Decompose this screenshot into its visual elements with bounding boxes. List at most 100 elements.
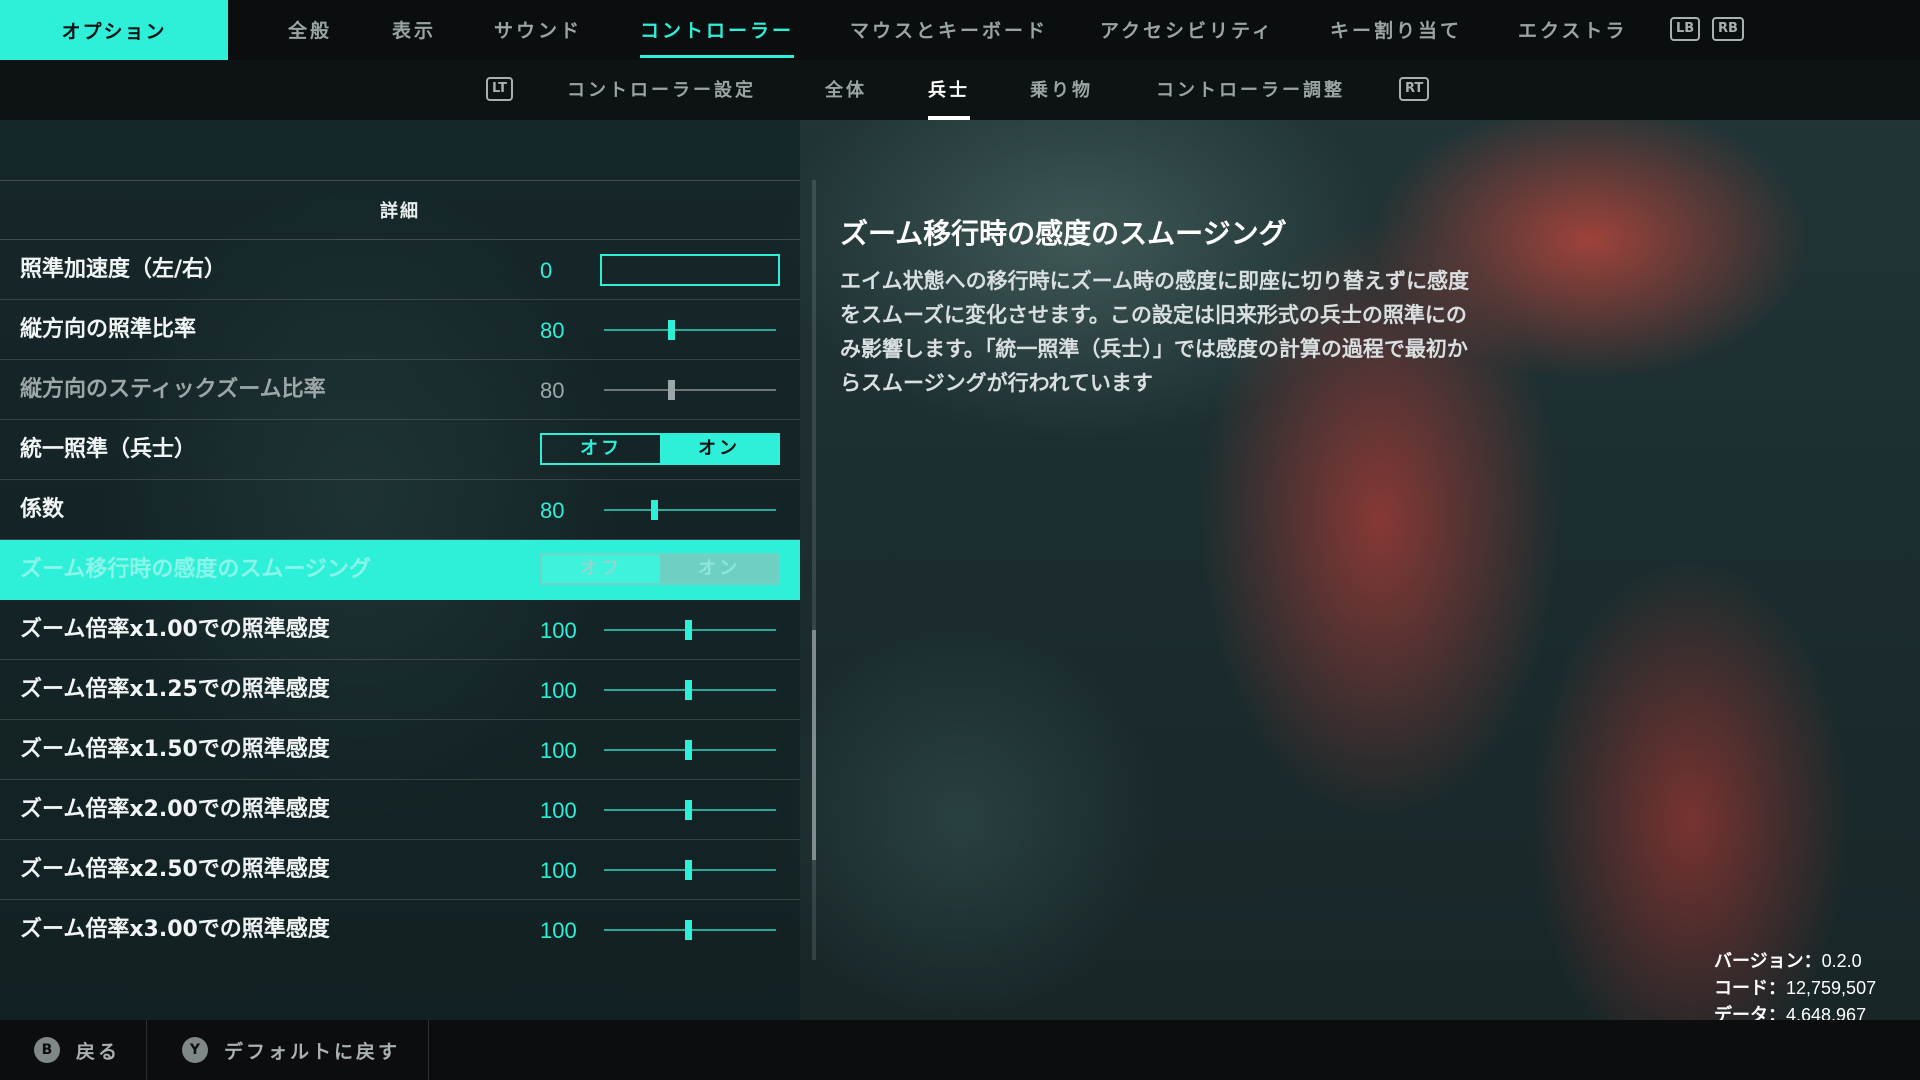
reset-default-label: デフォルトに戻す — [224, 1040, 401, 1063]
bottom-bar: B 戻る Y デフォルトに戻す — [0, 1020, 1920, 1080]
setting-row-zoom-sens-1-25[interactable]: ズーム倍率x1.25での照準感度 100 — [0, 660, 800, 720]
setting-label: 縦方向のスティックズーム比率 — [20, 377, 326, 402]
subtab-controller-tuning[interactable]: コントローラー調整 — [1156, 60, 1345, 120]
version-info: バージョン：0.2.0 コード：12,759,507 データ：4,648,967 — [1714, 948, 1914, 1020]
subtab-overall[interactable]: 全体 — [825, 60, 867, 120]
setting-value: 80 — [540, 378, 565, 403]
setting-row-zoom-sens-3-00[interactable]: ズーム倍率x3.00での照準感度 100 — [0, 900, 800, 960]
setting-value: 80 — [540, 498, 565, 523]
slider-track[interactable] — [604, 800, 776, 820]
slider-track[interactable] — [604, 500, 776, 520]
tab-accessibility[interactable]: アクセシビリティ — [1100, 0, 1274, 60]
setting-label: 縦方向の照準比率 — [20, 317, 197, 342]
setting-row-vertical-stick-zoom-ratio[interactable]: 縦方向のスティックズーム比率 80 — [0, 360, 800, 420]
sub-nav: LT コントローラー設定 全体 兵士 乗り物 コントローラー調整 RT — [0, 60, 1920, 120]
slider-track[interactable] — [604, 380, 776, 400]
subtab-soldier[interactable]: 兵士 — [928, 60, 970, 120]
scrollbar-thumb[interactable] — [812, 630, 816, 860]
setting-value: 100 — [540, 798, 577, 823]
slider-thumb[interactable] — [650, 500, 658, 520]
setting-value: 100 — [540, 738, 577, 763]
slider-thumb[interactable] — [685, 740, 693, 760]
section-header: 詳細 — [0, 180, 800, 240]
toggle-on-option[interactable]: オン — [660, 435, 778, 463]
setting-row-zoom-sens-2-00[interactable]: ズーム倍率x2.00での照準感度 100 — [0, 780, 800, 840]
setting-value: 100 — [540, 618, 577, 643]
slider-thumb[interactable] — [668, 380, 676, 400]
setting-label: ズーム倍率x2.00での照準感度 — [20, 797, 330, 822]
b-button-icon: B — [34, 1037, 60, 1063]
setting-value: 100 — [540, 678, 577, 703]
setting-row-zoom-sens-2-50[interactable]: ズーム倍率x2.50での照準感度 100 — [0, 840, 800, 900]
version-value: 0.2.0 — [1821, 951, 1862, 971]
divider — [428, 1020, 429, 1080]
toggle-off-option[interactable]: オフ — [542, 435, 660, 463]
setting-label: ズーム倍率x1.00での照準感度 — [20, 617, 330, 642]
code-value: 12,759,507 — [1786, 978, 1877, 998]
setting-value: 100 — [540, 858, 577, 883]
version-label: バージョン： — [1714, 951, 1822, 972]
back-button[interactable]: B 戻る — [34, 1020, 120, 1080]
settings-panel: 詳細 照準加速度（左/右） 0 縦方向の照準比率 80 縦方向のスティックズーム… — [0, 120, 800, 1020]
data-value: 4,648,967 — [1786, 1005, 1867, 1020]
setting-value: 80 — [540, 318, 565, 343]
toggle-off-option[interactable]: オフ — [542, 555, 660, 583]
setting-label: 統一照準（兵士） — [20, 437, 197, 462]
setting-row-coefficient[interactable]: 係数 80 — [0, 480, 800, 540]
divider — [146, 1020, 147, 1080]
slider-thumb[interactable] — [685, 680, 693, 700]
tab-key-bindings[interactable]: キー割り当て — [1330, 0, 1462, 60]
lb-button-icon[interactable]: LB — [1670, 17, 1701, 41]
slider-thumb[interactable] — [685, 620, 693, 640]
tab-controller[interactable]: コントローラー — [640, 0, 795, 60]
code-label: コード： — [1714, 978, 1786, 999]
slider-track[interactable] — [604, 620, 776, 640]
slider-thumb[interactable] — [685, 860, 693, 880]
slider-thumb[interactable] — [685, 920, 693, 940]
tab-sound[interactable]: サウンド — [494, 0, 582, 60]
setting-label: ズーム移行時の感度のスムージング — [20, 557, 371, 582]
y-button-icon: Y — [182, 1037, 208, 1063]
description-title: ズーム移行時の感度のスムージング — [840, 217, 1287, 250]
setting-label: 照準加速度（左/右） — [20, 257, 227, 282]
setting-row-aim-acceleration[interactable]: 照準加速度（左/右） 0 — [0, 240, 800, 300]
setting-label: ズーム倍率x3.00での照準感度 — [20, 917, 330, 942]
back-label: 戻る — [76, 1040, 121, 1063]
setting-row-unified-aim[interactable]: 統一照準（兵士） オフ オン — [0, 420, 800, 480]
subtab-vehicles[interactable]: 乗り物 — [1030, 60, 1093, 120]
rt-button-icon[interactable]: RT — [1399, 77, 1430, 101]
slider-track[interactable] — [604, 740, 776, 760]
tab-extras[interactable]: エクストラ — [1518, 0, 1627, 60]
setting-row-zoom-sens-1-00[interactable]: ズーム倍率x1.00での照準感度 100 — [0, 600, 800, 660]
setting-label: ズーム倍率x1.25での照準感度 — [20, 677, 330, 702]
toggle-on-option[interactable]: オン — [660, 555, 778, 583]
off-on-toggle[interactable]: オフ オン — [540, 433, 780, 465]
value-box[interactable] — [600, 254, 780, 286]
description-body: エイム状態への移行時にズーム時の感度に即座に切り替えずに感度をスムーズに変化させ… — [840, 269, 1469, 395]
tab-display[interactable]: 表示 — [392, 0, 436, 60]
rb-button-icon[interactable]: RB — [1712, 17, 1744, 41]
setting-row-vertical-aim-ratio[interactable]: 縦方向の照準比率 80 — [0, 300, 800, 360]
setting-row-zoom-smoothing[interactable]: ズーム移行時の感度のスムージング オフ オン — [0, 540, 800, 600]
slider-track[interactable] — [604, 860, 776, 880]
slider-thumb[interactable] — [668, 320, 676, 340]
slider-thumb[interactable] — [685, 800, 693, 820]
data-label: データ： — [1714, 1005, 1786, 1020]
top-nav: オプション 全般 表示 サウンド コントローラー マウスとキーボード アクセシビ… — [0, 0, 1920, 60]
options-title-tab: オプション — [0, 0, 228, 60]
slider-track[interactable] — [604, 920, 776, 940]
subtab-controller-settings[interactable]: コントローラー設定 — [567, 60, 756, 120]
tab-general[interactable]: 全般 — [288, 0, 332, 60]
setting-label: ズーム倍率x1.50での照準感度 — [20, 737, 330, 762]
slider-track[interactable] — [604, 680, 776, 700]
setting-label: 係数 — [20, 497, 65, 522]
reset-default-button[interactable]: Y デフォルトに戻す — [182, 1020, 400, 1080]
setting-label: ズーム倍率x2.50での照準感度 — [20, 857, 330, 882]
lt-button-icon[interactable]: LT — [486, 77, 513, 101]
tab-mouse-keyboard[interactable]: マウスとキーボード — [850, 0, 1048, 60]
setting-value: 0 — [540, 258, 553, 283]
setting-row-zoom-sens-1-50[interactable]: ズーム倍率x1.50での照準感度 100 — [0, 720, 800, 780]
setting-value: 100 — [540, 918, 577, 943]
off-on-toggle[interactable]: オフ オン — [540, 553, 780, 585]
slider-track[interactable] — [604, 320, 776, 340]
